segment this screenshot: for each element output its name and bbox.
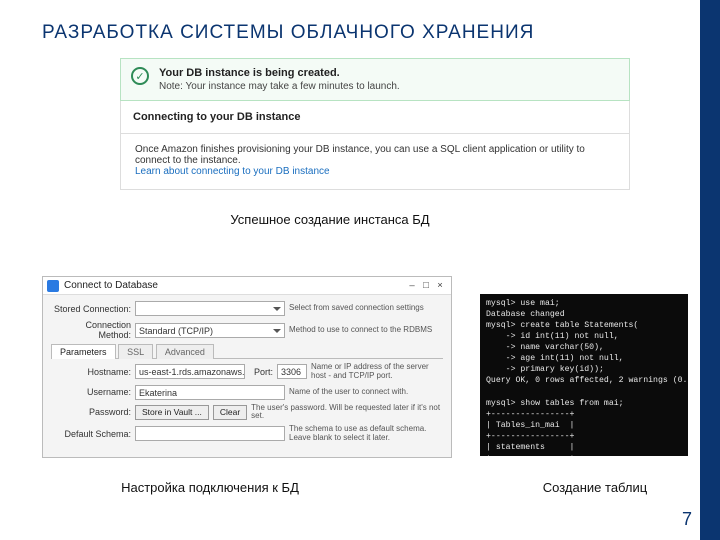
port-field[interactable]: 3306 [277, 364, 307, 379]
db-icon [47, 280, 59, 292]
aws-success-title: Your DB instance is being created. [159, 67, 400, 79]
store-vault-button[interactable]: Store in Vault ... [135, 405, 209, 420]
label-user: Username: [51, 387, 131, 397]
aws-body-text: Once Amazon finishes provisioning your D… [135, 144, 615, 166]
dialog-title: Connect to Database [64, 280, 405, 291]
label-stored: Stored Connection: [51, 304, 131, 314]
tab-advanced[interactable]: Advanced [156, 344, 214, 359]
aws-panel: ✓ Your DB instance is being created. Not… [120, 58, 630, 190]
caption-success: Успешное создание инстанса БД [200, 212, 460, 227]
label-host: Hostname: [51, 367, 131, 377]
caption-connect: Настройка подключения к БД [110, 480, 310, 495]
tab-ssl[interactable]: SSL [118, 344, 153, 359]
label-schema: Default Schema: [51, 429, 131, 439]
aws-success-note: Note: Your instance may take a few minut… [159, 81, 400, 92]
page-number: 7 [682, 509, 692, 530]
stored-connection-combo[interactable] [135, 301, 285, 316]
aws-success-banner: ✓ Your DB instance is being created. Not… [120, 58, 630, 101]
tab-parameters[interactable]: Parameters [51, 344, 116, 359]
schema-field[interactable] [135, 426, 285, 441]
desc-stored: Select from saved connection settings [289, 304, 443, 313]
dialog-titlebar: Connect to Database – □ × [43, 277, 451, 295]
connect-dialog: Connect to Database – □ × Stored Connect… [42, 276, 452, 458]
aws-learn-link[interactable]: Learn about connecting to your DB instan… [135, 166, 615, 177]
caption-tables: Создание таблиц [530, 480, 660, 495]
label-pass: Password: [51, 407, 131, 417]
mysql-terminal[interactable]: mysql> use mai; Database changed mysql> … [480, 294, 688, 456]
desc-method: Method to use to connect to the RDBMS [289, 326, 443, 335]
aws-subheading: Connecting to your DB instance [120, 101, 630, 134]
minimize-icon[interactable]: – [405, 280, 419, 291]
close-icon[interactable]: × [433, 280, 447, 291]
maximize-icon[interactable]: □ [419, 280, 433, 291]
connection-method-combo[interactable]: Standard (TCP/IP) [135, 323, 285, 338]
hostname-field[interactable]: us-east-1.rds.amazonaws.com [135, 364, 245, 379]
desc-user: Name of the user to connect with. [289, 388, 443, 397]
desc-host: Name or IP address of the server host - … [311, 363, 443, 381]
username-field[interactable]: Ekaterina [135, 385, 285, 400]
page-title: РАЗРАБОТКА СИСТЕМЫ ОБЛАЧНОГО ХРАНЕНИЯ [42, 22, 534, 44]
aws-body: Once Amazon finishes provisioning your D… [120, 134, 630, 190]
side-band [700, 0, 720, 540]
desc-pass: The user's password. Will be requested l… [251, 404, 443, 422]
desc-schema: The schema to use as default schema. Lea… [289, 425, 443, 443]
clear-button[interactable]: Clear [213, 405, 247, 420]
label-method: Connection Method: [51, 320, 131, 340]
dialog-tabs: Parameters SSL Advanced [51, 344, 443, 359]
check-circle-icon: ✓ [131, 67, 149, 85]
label-port: Port: [249, 367, 273, 377]
